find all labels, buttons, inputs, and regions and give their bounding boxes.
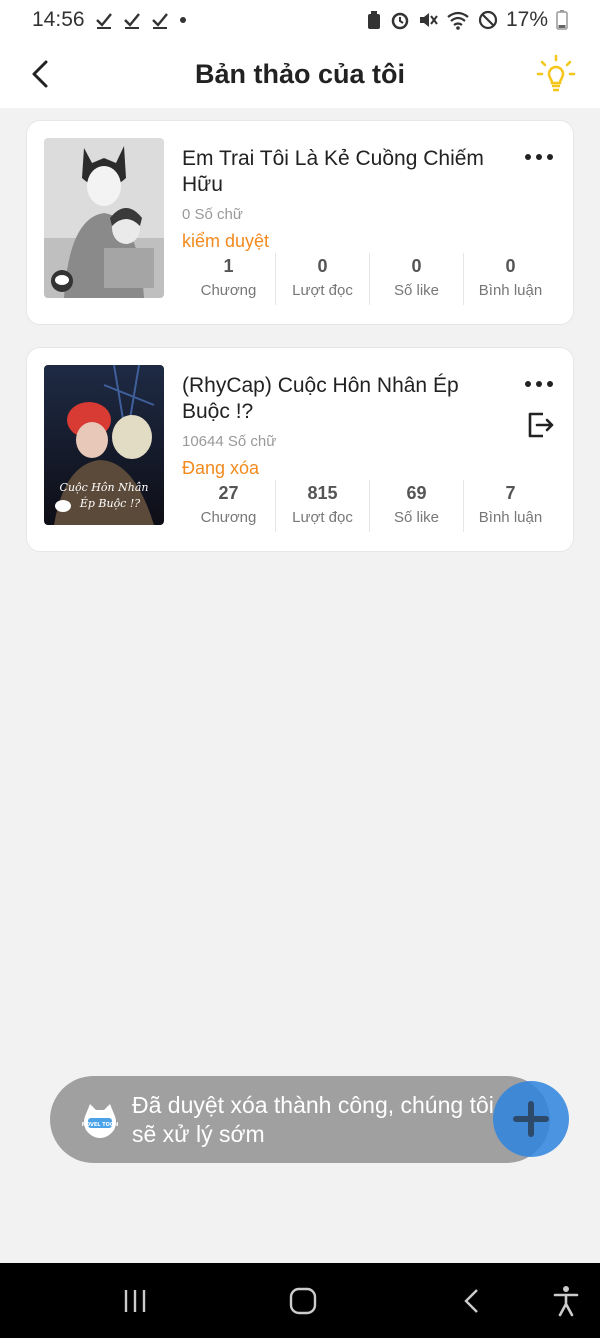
recent-apps-button[interactable] xyxy=(115,1283,155,1319)
stat-value: 7 xyxy=(505,483,516,503)
cover-title-line1: Cuộc Hôn Nhân xyxy=(60,481,149,494)
stat-value: 815 xyxy=(307,483,338,503)
toast-text: Đã duyệt xóa thành công, chúng tôi sẽ xử… xyxy=(132,1091,494,1147)
check-icon xyxy=(95,11,113,29)
exit-icon xyxy=(528,412,554,438)
stat-value: 69 xyxy=(406,483,427,503)
storage-icon xyxy=(366,10,382,30)
draft-card[interactable]: Cuộc Hôn Nhân Ép Buộc !? (RhyCap) Cuộc H… xyxy=(26,347,574,552)
page-title: Bản thảo của tôi xyxy=(194,58,405,89)
tips-button[interactable] xyxy=(534,52,578,96)
stat-label: Số like xyxy=(393,509,440,526)
toast-message: NOVEL TOON Đã duyệt xóa thành công, chún… xyxy=(50,1076,550,1163)
stat-label: Lượt đọc xyxy=(292,282,353,299)
stat-value: 1 xyxy=(223,256,234,276)
dot-icon xyxy=(179,16,187,24)
stat-comments: 0 Bình luận xyxy=(463,253,557,305)
chevron-left-icon xyxy=(32,60,48,88)
lightbulb-icon xyxy=(536,54,576,92)
book-cover[interactable] xyxy=(44,138,164,298)
cover-title-line2: Ép Buộc !? xyxy=(79,496,140,510)
cancel-delete-button[interactable] xyxy=(525,410,555,440)
battery-icon xyxy=(556,10,568,30)
add-draft-button[interactable] xyxy=(493,1081,569,1157)
dot-icon xyxy=(547,154,553,160)
stat-comments: 7 Bình luận xyxy=(463,480,557,532)
home-button[interactable] xyxy=(283,1283,323,1319)
stat-label: Chương xyxy=(200,509,257,526)
check-icon xyxy=(151,11,169,29)
stat-value: 0 xyxy=(505,256,516,276)
stat-label: Chương xyxy=(200,282,257,299)
wifi-icon xyxy=(446,10,470,30)
stat-label: Bình luận xyxy=(478,282,543,299)
accessibility-icon xyxy=(553,1286,579,1317)
stat-chapters: 27 Chương xyxy=(182,480,275,532)
home-icon xyxy=(289,1287,317,1315)
dot-icon xyxy=(525,381,531,387)
battery-percent: 17% xyxy=(505,8,548,31)
stat-label: Lượt đọc xyxy=(292,509,353,526)
stat-label: Số like xyxy=(393,282,440,299)
alarm-icon xyxy=(390,10,410,30)
dot-icon xyxy=(536,381,542,387)
novel-toon-logo-icon: NOVEL TOON xyxy=(82,1103,119,1138)
back-button[interactable] xyxy=(20,54,60,94)
status-bar: 14:56 17% xyxy=(0,0,600,40)
stat-value: 0 xyxy=(411,256,422,276)
word-count: 10644 Số chữ xyxy=(182,433,277,450)
dot-icon xyxy=(525,154,531,160)
check-icon xyxy=(123,11,141,29)
stat-likes: 69 Số like xyxy=(369,480,463,532)
draft-status: kiểm duyệt xyxy=(182,231,270,251)
dot-icon xyxy=(547,381,553,387)
svg-text:NOVEL TOON: NOVEL TOON xyxy=(82,1122,119,1128)
mute-icon xyxy=(418,10,438,30)
draft-card[interactable]: Em Trai Tôi Là Kẻ Cuồng Chiếm Hữu 0 Số c… xyxy=(26,120,574,325)
plus-icon xyxy=(513,1101,549,1137)
book-cover[interactable]: Cuộc Hôn Nhân Ép Buộc !? xyxy=(44,365,164,525)
status-time: 14:56 xyxy=(32,8,85,31)
more-options-button[interactable] xyxy=(525,147,553,167)
stat-label: Bình luận xyxy=(478,509,543,526)
stat-chapters: 1 Chương xyxy=(182,253,275,305)
stat-likes: 0 Số like xyxy=(369,253,463,305)
draft-status: Đang xóa xyxy=(182,458,260,478)
dot-icon xyxy=(536,154,542,160)
back-icon xyxy=(464,1289,478,1313)
block-icon xyxy=(478,10,498,30)
draft-title[interactable]: (RhyCap) Cuộc Hôn Nhân Ép Buộc !? xyxy=(182,373,512,425)
system-back-button[interactable] xyxy=(452,1283,492,1319)
recent-apps-icon xyxy=(124,1290,146,1312)
draft-stats: 27 Chương 815 Lượt đọc 69 Số like 7 Bình… xyxy=(182,480,557,532)
app-header: Bản thảo của tôi xyxy=(0,40,600,108)
word-count: 0 Số chữ xyxy=(182,206,243,223)
draft-stats: 1 Chương 0 Lượt đọc 0 Số like 0 Bình luậ… xyxy=(182,253,557,305)
more-options-button[interactable] xyxy=(525,374,553,394)
stat-reads: 0 Lượt đọc xyxy=(275,253,369,305)
stat-reads: 815 Lượt đọc xyxy=(275,480,369,532)
system-nav-bar xyxy=(0,1263,600,1338)
accessibility-button[interactable] xyxy=(546,1283,586,1319)
stat-value: 27 xyxy=(218,483,239,503)
draft-title[interactable]: Em Trai Tôi Là Kẻ Cuồng Chiếm Hữu xyxy=(182,146,512,198)
stat-value: 0 xyxy=(317,256,328,276)
